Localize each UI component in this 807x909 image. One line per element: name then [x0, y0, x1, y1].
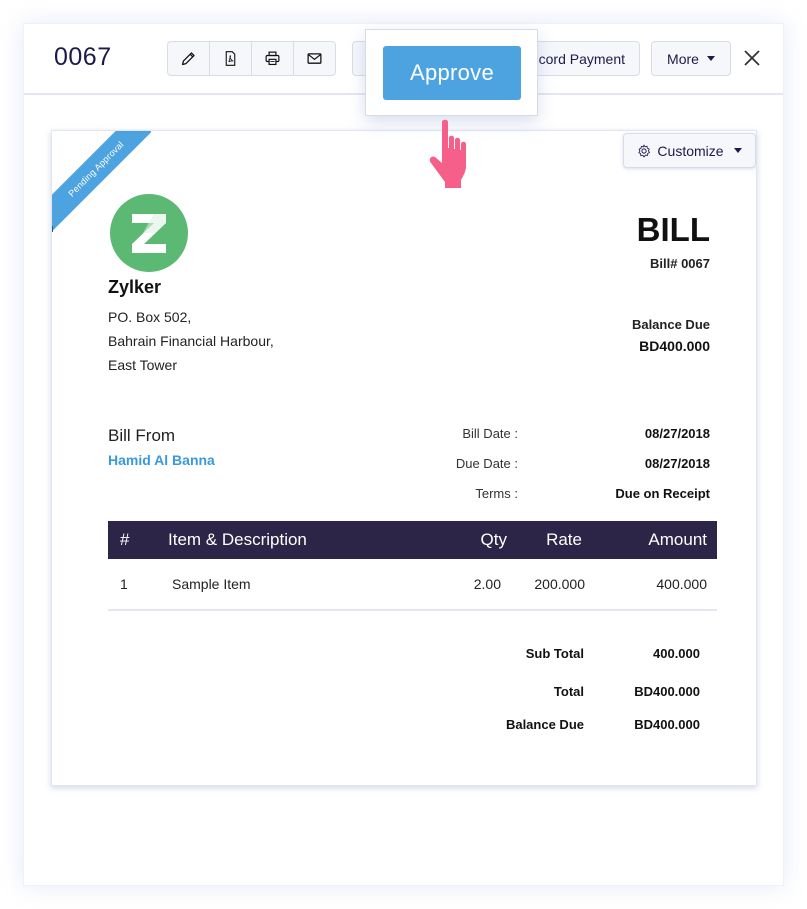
- caret-down-icon: [733, 148, 742, 153]
- column-header-description: Item & Description: [168, 530, 307, 549]
- due-date-row: Due Date : 08/27/2018: [410, 456, 710, 476]
- more-label: More: [667, 50, 699, 67]
- pdf-icon: [225, 51, 236, 66]
- column-header-number: #: [120, 530, 130, 549]
- company-name: Zylker: [108, 277, 162, 297]
- edit-button[interactable]: [168, 42, 210, 75]
- logo-z-glyph: [132, 214, 166, 253]
- total-value: 400.000: [653, 646, 700, 661]
- address-line: East Tower: [108, 357, 177, 373]
- meta-value: 08/27/2018: [644, 456, 710, 471]
- gear-icon: [638, 144, 651, 157]
- column-header-amount: Amount: [648, 530, 707, 549]
- row-description: Sample Item: [172, 576, 251, 592]
- more-dropdown-button[interactable]: More: [651, 41, 731, 76]
- print-button[interactable]: [252, 42, 294, 75]
- bill-document: Pending Approval Customize Zylker PO. Bo…: [51, 130, 757, 786]
- pencil-icon: [181, 52, 195, 66]
- close-button[interactable]: [742, 48, 762, 68]
- bill-number: Bill# 0067: [650, 256, 710, 271]
- balance-due-label: Balance Due: [631, 317, 710, 332]
- customize-label: Customize: [657, 142, 724, 159]
- hand-pointer-icon: [429, 119, 466, 188]
- customize-dropdown-button[interactable]: Customize: [623, 133, 756, 168]
- terms-row: Terms : Due on Receipt: [410, 486, 710, 506]
- vendor-link[interactable]: Hamid Al Banna: [108, 452, 215, 468]
- total-label: Balance Due: [505, 717, 584, 732]
- items-table: # Item & Description Qty Rate Amount 1 S…: [108, 521, 717, 611]
- total-label: Sub Total: [525, 646, 584, 661]
- column-header-rate: Rate: [546, 530, 582, 549]
- pdf-button[interactable]: [210, 42, 252, 75]
- approve-button[interactable]: Approve: [383, 46, 521, 100]
- action-icon-group: [167, 41, 336, 76]
- ribbon-fold: [52, 226, 53, 232]
- bill-number-title: 0067: [54, 43, 112, 71]
- email-button[interactable]: [294, 42, 335, 75]
- printer-icon: [265, 51, 280, 66]
- meta-label: Terms :: [475, 486, 518, 501]
- column-header-qty: Qty: [480, 530, 507, 549]
- row-amount: 400.000: [656, 576, 707, 592]
- total-label: Total: [553, 684, 584, 699]
- meta-value: Due on Receipt: [615, 486, 710, 501]
- document-title: BILL: [636, 211, 710, 248]
- table-row: 1 Sample Item 2.00 200.000 400.000: [108, 559, 717, 611]
- meta-value: 08/27/2018: [644, 426, 710, 441]
- address-line: Bahrain Financial Harbour,: [108, 333, 274, 349]
- total-value: BD400.000: [634, 684, 700, 699]
- company-logo: [110, 194, 188, 272]
- row-rate: 200.000: [534, 576, 585, 592]
- approve-popover: Approve: [365, 29, 538, 116]
- row-qty: 2.00: [473, 576, 501, 592]
- table-header: # Item & Description Qty Rate Amount: [108, 521, 717, 559]
- address-line: PO. Box 502,: [108, 309, 192, 325]
- caret-down-icon: [706, 56, 715, 61]
- balance-due-value: BD400.000: [639, 338, 710, 354]
- bill-date-row: Bill Date : 08/27/2018: [410, 426, 710, 446]
- close-icon: [744, 50, 760, 66]
- bill-from-label: Bill From: [108, 426, 176, 445]
- total-value: BD400.000: [634, 717, 700, 732]
- meta-label: Due Date :: [455, 456, 518, 471]
- meta-label: Bill Date :: [462, 426, 518, 441]
- record-payment-label: cord Payment: [538, 50, 625, 67]
- company-address: PO. Box 502, Bahrain Financial Harbour, …: [108, 305, 274, 377]
- row-number: 1: [120, 576, 128, 592]
- mail-icon: [307, 53, 322, 64]
